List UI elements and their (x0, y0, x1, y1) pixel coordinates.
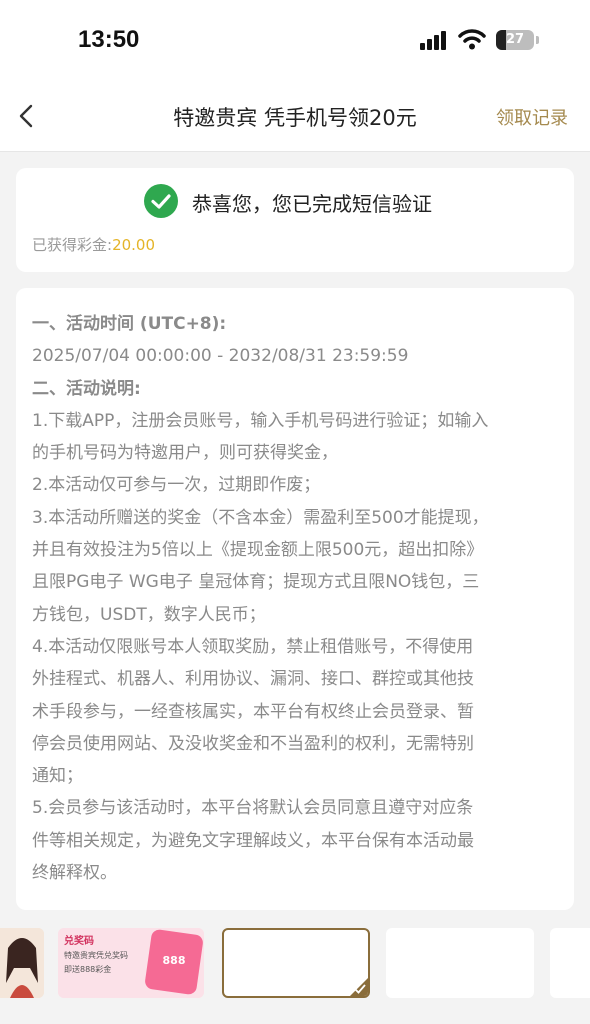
checkmark-icon (354, 984, 366, 994)
back-button[interactable] (12, 98, 44, 134)
rules-line: 并且有效投注为5倍以上《提现金额上限500元，超出扣除》 (32, 540, 484, 561)
rules-line: 2025/07/04 00:00:00 - 2032/08/31 23:59:5… (32, 346, 409, 367)
chevron-left-icon (19, 104, 33, 128)
check-circle-icon (144, 184, 178, 218)
promo-thumbnail-selected[interactable] (222, 928, 370, 998)
banner-badge: 888 (162, 954, 186, 967)
rules-line: 3.本活动所赠送的奖金（不含本金）需盈利至500才能提现， (32, 507, 489, 528)
rules-line: 4.本活动仅限账号本人领取奖励，禁止租借账号，不得使用 (32, 636, 474, 657)
promo-thumbnail-redeem-code[interactable]: 888 兑奖码 特邀贵宾凭兑奖码 即送888彩金 (58, 928, 204, 998)
banner-line: 即送888彩金 (64, 965, 112, 974)
battery-icon: 27 (496, 30, 534, 50)
banner-line: 特邀贵宾凭兑奖码 (64, 951, 128, 960)
promotion-thumbnail-strip[interactable]: 888 兑奖码 特邀贵宾凭兑奖码 即送888彩金 (0, 918, 590, 1024)
status-bar: 13:50 27 (0, 0, 590, 80)
bonus-row: 已获得彩金:20.00 (32, 234, 155, 255)
promo-thumbnail[interactable] (386, 928, 534, 998)
verification-success-card: 恭喜您，您已完成短信验证 已获得彩金:20.00 (16, 168, 574, 272)
rules-line: 停会员使用网站、及没收奖金和不当盈利的权利，无需特别 (32, 733, 474, 754)
bonus-label: 已获得彩金: (32, 236, 113, 254)
rules-line: 外挂程式、机器人、利用协议、漏洞、接口、群控或其他技 (32, 669, 474, 690)
rules-line: 的手机号码为特邀用户，则可获得奖金， (32, 443, 338, 464)
wifi-icon (458, 29, 486, 50)
rules-line: 终解释权。 (32, 863, 117, 884)
activity-rules-card: 一、活动时间 (UTC+8): 2025/07/04 00:00:00 - 20… (16, 288, 574, 910)
portrait-image-icon (0, 928, 44, 998)
banner-title: 兑奖码 (64, 936, 94, 947)
bonus-value: 20.00 (112, 236, 156, 254)
rules-line: 1.下载APP，注册会员账号，输入手机号码进行验证；如输入 (32, 410, 489, 431)
status-time: 13:50 (78, 26, 140, 53)
claim-records-link[interactable]: 领取记录 (496, 104, 568, 130)
nav-bar: 特邀贵宾 凭手机号领20元 领取记录 (0, 80, 590, 152)
rules-line: 件等相关规定，为避免文字理解歧义，本平台保有本活动最 (32, 830, 474, 851)
page-title: 特邀贵宾 凭手机号领20元 (173, 106, 417, 130)
rules-line: 通知； (32, 766, 83, 787)
rules-line: 一、活动时间 (UTC+8): (32, 314, 227, 334)
rules-line: 且限PG电子 WG电子 皇冠体育；提现方式且限NO钱包，三 (32, 572, 480, 593)
battery-level: 27 (505, 32, 525, 47)
rules-line: 方钱包，USDT，数字人民币； (32, 604, 266, 625)
rules-line: 二、活动说明: (32, 378, 141, 399)
cellular-signal-icon (420, 30, 448, 50)
rules-line: 术手段参与，一经查核属实，本平台有权终止会员登录、暂 (32, 701, 474, 722)
battery-tip (536, 36, 539, 44)
promo-thumbnail[interactable] (0, 928, 44, 998)
rules-line: 2.本活动仅可参与一次，过期即作废； (32, 475, 321, 496)
success-message: 恭喜您，您已完成短信验证 (192, 192, 432, 216)
promo-thumbnail[interactable] (550, 928, 590, 998)
rules-line: 5.会员参与该活动时，本平台将默认会员同意且遵守对应条 (32, 798, 474, 819)
